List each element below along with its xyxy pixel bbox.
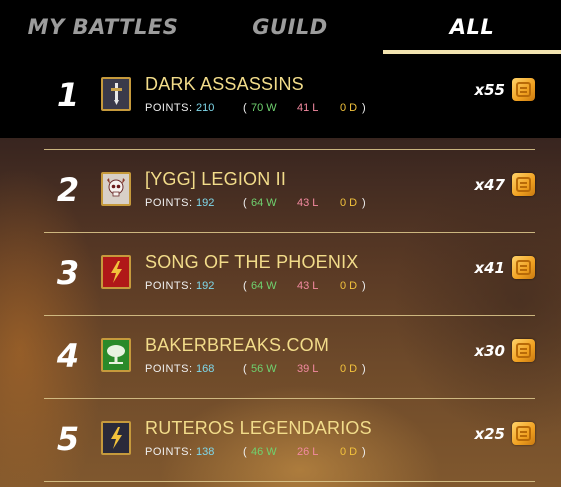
gold-token-icon	[512, 173, 535, 196]
points-label: POINTS:	[145, 446, 193, 458]
rank-number: 2	[56, 171, 80, 209]
leaderboard-row[interactable]: 1 DARK ASSASSINS POINTS: 210 (70 W 41 L 0 D) x5…	[0, 55, 561, 138]
guild-name: [YGG] LEGION II	[145, 169, 287, 189]
reward-multiplier: x25	[474, 425, 505, 443]
draws-value: 0 D	[340, 197, 358, 209]
guild-name: BAKERBREAKS.COM	[145, 335, 330, 355]
stats-open-paren: (	[243, 280, 247, 292]
stats-close-paren: )	[362, 197, 366, 209]
wins-value: 56 W	[251, 363, 277, 375]
losses-value: 26 L	[297, 446, 319, 458]
tab-bar: MY BATTLES GUILD ALL	[0, 0, 561, 55]
sword-banner-icon	[101, 77, 131, 111]
row-divider	[44, 149, 535, 150]
tree-banner-icon	[101, 338, 131, 372]
gold-token-icon	[512, 422, 535, 445]
reward-multiplier: x30	[474, 342, 505, 360]
rank-number: 3	[56, 254, 80, 292]
losses-value: 39 L	[297, 363, 319, 375]
gold-token-icon	[512, 339, 535, 362]
points-value: 192	[196, 280, 215, 292]
stats-close-paren: )	[362, 446, 366, 458]
reward-multiplier: x47	[474, 176, 505, 194]
skull-banner-icon	[101, 172, 131, 206]
leaderboard-row[interactable]: 3 SONG OF THE PHOENIX POINTS: 192 (64 W 43 L 0…	[0, 233, 561, 316]
rank-number: 4	[56, 337, 80, 375]
losses-value: 43 L	[297, 280, 319, 292]
stats-open-paren: (	[243, 446, 247, 458]
reward-multiplier: x41	[474, 259, 505, 277]
draws-value: 0 D	[340, 102, 358, 114]
leaderboard-row[interactable]: 4 BAKERBREAKS.COM POINTS: 168 (56 W 39 L 0 D) x…	[0, 316, 561, 399]
points-label: POINTS:	[145, 197, 193, 209]
points-value: 168	[196, 363, 215, 375]
row-divider	[44, 232, 535, 233]
tab-my-battles[interactable]: MY BATTLES	[0, 0, 206, 52]
stats-open-paren: (	[243, 102, 247, 114]
wins-value: 70 W	[251, 102, 277, 114]
draws-value: 0 D	[340, 446, 358, 458]
rank-number: 1	[56, 76, 80, 114]
row-divider	[44, 398, 535, 399]
row-divider	[44, 481, 535, 482]
points-label: POINTS:	[145, 363, 193, 375]
points-value: 210	[196, 102, 215, 114]
tab-guild[interactable]: GUILD	[190, 0, 390, 52]
wins-value: 64 W	[251, 280, 277, 292]
gold-token-icon	[512, 256, 535, 279]
guild-name: DARK ASSASSINS	[145, 74, 304, 94]
wins-value: 64 W	[251, 197, 277, 209]
stats-close-paren: )	[362, 102, 366, 114]
points-value: 138	[196, 446, 215, 458]
wins-value: 46 W	[251, 446, 277, 458]
active-tab-indicator	[383, 50, 561, 54]
leaderboard-row[interactable]: 5 RUTEROS LEGENDARIOS POINTS: 138 (46 W 26 L 0…	[0, 399, 561, 482]
losses-value: 41 L	[297, 102, 319, 114]
stats-close-paren: )	[362, 363, 366, 375]
stats-open-paren: (	[243, 197, 247, 209]
draws-value: 0 D	[340, 280, 358, 292]
lightning-banner-icon	[101, 421, 131, 455]
losses-value: 43 L	[297, 197, 319, 209]
points-value: 192	[196, 197, 215, 209]
lightning-banner-icon	[101, 255, 131, 289]
draws-value: 0 D	[340, 363, 358, 375]
row-divider	[44, 315, 535, 316]
rank-number: 5	[56, 420, 80, 458]
stats-open-paren: (	[243, 363, 247, 375]
points-label: POINTS:	[145, 280, 193, 292]
guild-name: SONG OF THE PHOENIX	[145, 252, 359, 272]
reward-multiplier: x55	[474, 81, 505, 99]
points-label: POINTS:	[145, 102, 193, 114]
leaderboard-row[interactable]: 2 [YGG] LEGION II POINTS: 192 (64 W 43 L 0 D) x…	[0, 150, 561, 233]
tab-all[interactable]: ALL	[383, 0, 561, 52]
gold-token-icon	[512, 78, 535, 101]
guild-name: RUTEROS LEGENDARIOS	[145, 418, 372, 438]
stats-close-paren: )	[362, 280, 366, 292]
